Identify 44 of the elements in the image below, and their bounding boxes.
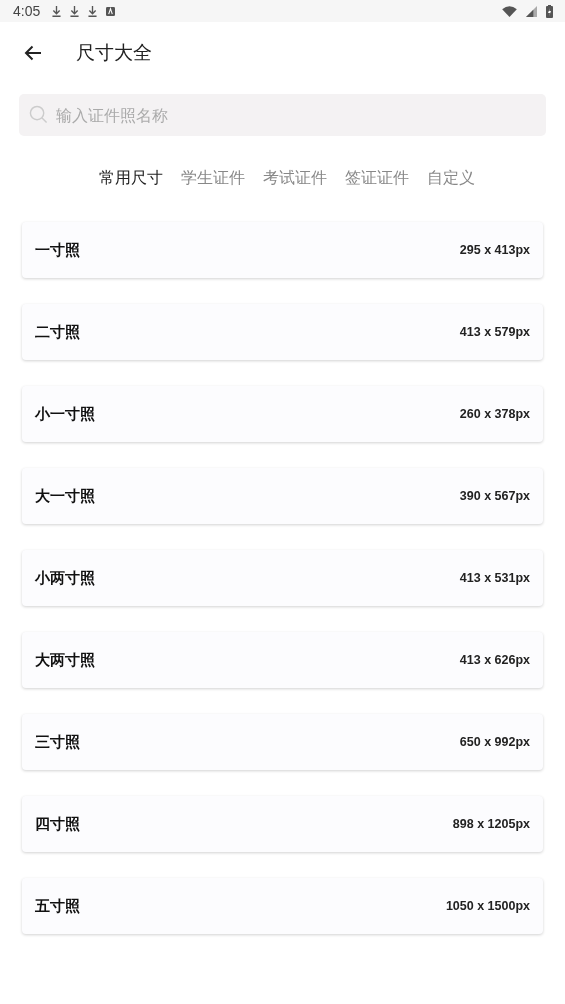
size-card[interactable]: 小两寸照 413 x 531px <box>22 550 543 606</box>
size-pixels: 1050 x 1500px <box>445 899 530 913</box>
size-pixels: 413 x 579px <box>459 325 530 339</box>
app-notification-icon <box>106 6 116 16</box>
size-name: 一寸照 <box>35 240 80 260</box>
size-name: 四寸照 <box>35 814 80 834</box>
size-pixels: 650 x 992px <box>459 735 530 749</box>
size-card[interactable]: 三寸照 650 x 992px <box>22 714 543 770</box>
signal-icon <box>526 5 537 17</box>
battery-icon <box>546 4 553 18</box>
size-card[interactable]: 小一寸照 260 x 378px <box>22 386 543 442</box>
search-icon <box>29 105 48 124</box>
size-card[interactable]: 四寸照 898 x 1205px <box>22 796 543 852</box>
size-pixels: 413 x 626px <box>459 653 530 667</box>
back-button[interactable] <box>22 43 44 63</box>
download-icon <box>70 5 80 17</box>
category-tab[interactable]: 自定义 <box>424 164 477 193</box>
size-name: 三寸照 <box>35 732 80 752</box>
category-tab[interactable]: 常用尺寸 <box>96 164 165 193</box>
size-pixels: 390 x 567px <box>459 489 530 503</box>
category-tab[interactable]: 考试证件 <box>260 164 329 193</box>
size-card[interactable]: 一寸照 295 x 413px <box>22 222 543 278</box>
category-tab[interactable]: 学生证件 <box>178 164 247 193</box>
size-name: 大一寸照 <box>35 486 95 506</box>
wifi-icon <box>502 5 517 17</box>
size-name: 大两寸照 <box>35 650 95 670</box>
size-pixels: 295 x 413px <box>459 243 530 257</box>
download-icon <box>88 5 98 17</box>
size-pixels: 898 x 1205px <box>452 817 530 831</box>
category-tab[interactable]: 签证证件 <box>342 164 411 193</box>
search-field[interactable]: 输入证件照名称 <box>19 94 546 136</box>
size-name: 五寸照 <box>35 896 80 916</box>
download-icon <box>52 5 62 17</box>
size-card[interactable]: 大一寸照 390 x 567px <box>22 468 543 524</box>
size-card[interactable]: 大两寸照 413 x 626px <box>22 632 543 688</box>
size-card[interactable]: 五寸照 1050 x 1500px <box>22 878 543 934</box>
size-name: 小一寸照 <box>35 404 95 424</box>
size-pixels: 260 x 378px <box>459 407 530 421</box>
size-pixels: 413 x 531px <box>459 571 530 585</box>
status-time: 4:05 <box>13 3 41 19</box>
size-name: 小两寸照 <box>35 568 95 588</box>
size-card[interactable]: 二寸照 413 x 579px <box>22 304 543 360</box>
size-name: 二寸照 <box>35 322 80 342</box>
page-title: 尺寸大全 <box>76 40 152 65</box>
